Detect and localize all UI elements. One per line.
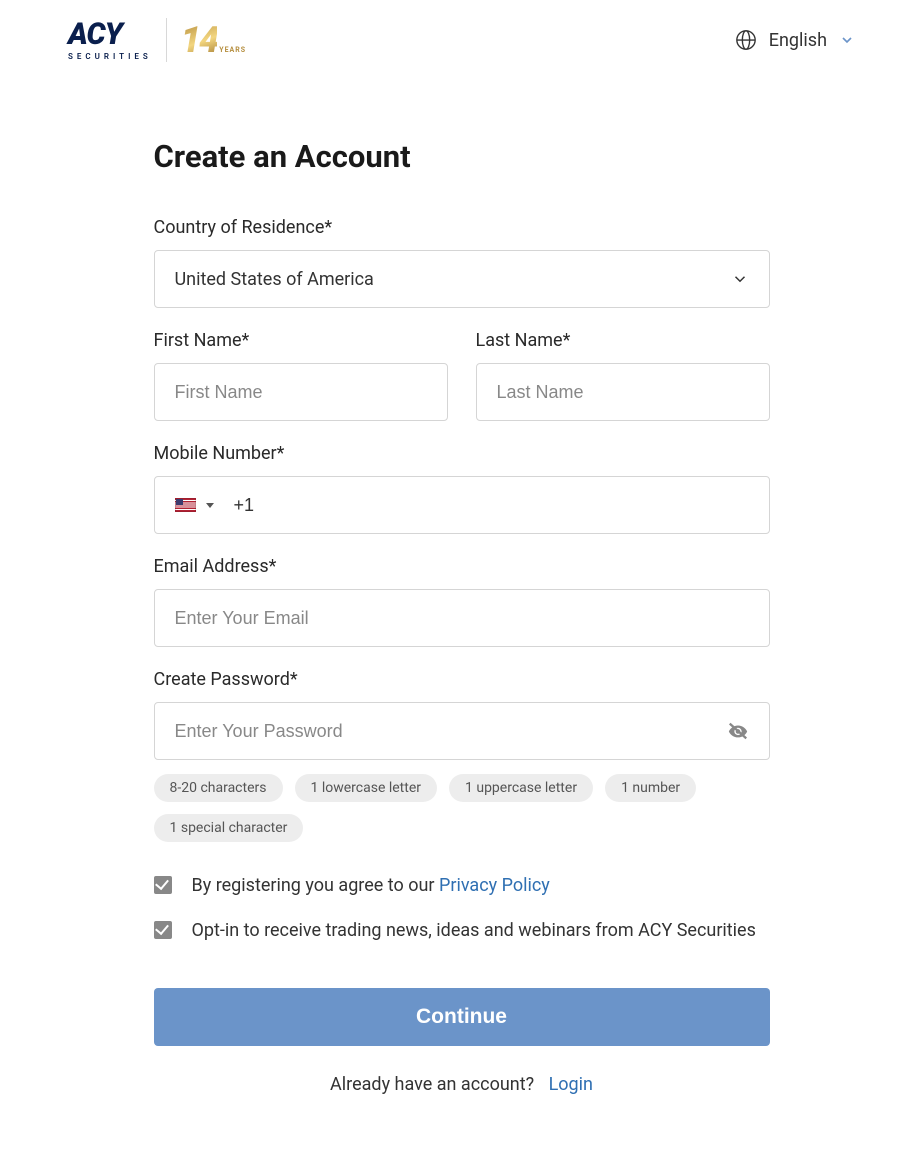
first-name-input[interactable] [175, 364, 427, 420]
last-name-label: Last Name* [476, 330, 770, 351]
password-rule-chip: 8-20 characters [154, 774, 283, 802]
privacy-policy-link[interactable]: Privacy Policy [439, 875, 550, 896]
continue-button[interactable]: Continue [154, 988, 770, 1046]
already-have-account-text: Already have an account? [330, 1074, 534, 1095]
password-rule-chip: 1 number [605, 774, 696, 802]
country-select[interactable]: United States of America [154, 250, 770, 308]
country-value: United States of America [175, 269, 374, 290]
eye-off-icon[interactable] [727, 720, 749, 742]
logo-anniversary-years: YEARS [219, 46, 246, 54]
chevron-down-icon [731, 270, 749, 288]
globe-icon [735, 29, 757, 51]
logo-anniversary-number: 14 [181, 22, 217, 58]
mobile-label: Mobile Number* [154, 443, 770, 464]
country-code-selector[interactable] [155, 477, 220, 533]
password-label: Create Password* [154, 669, 770, 690]
us-flag-icon [175, 498, 196, 512]
optin-checkbox[interactable] [154, 921, 172, 939]
login-link[interactable]: Login [549, 1074, 593, 1095]
first-name-label: First Name* [154, 330, 448, 351]
language-label: English [769, 30, 827, 51]
brand-logo[interactable]: ACY SECURITIES 14 YEARS [68, 18, 246, 62]
password-rule-chip: 1 lowercase letter [295, 774, 438, 802]
optin-text: Opt-in to receive trading news, ideas an… [192, 917, 756, 944]
country-label: Country of Residence* [154, 217, 770, 238]
terms-checkbox[interactable] [154, 876, 172, 894]
last-name-input[interactable] [497, 364, 749, 420]
terms-text: By registering you agree to our Privacy … [192, 872, 550, 899]
language-selector[interactable]: English [735, 29, 855, 51]
logo-separator [166, 18, 167, 62]
logo-text-main: ACY [68, 20, 122, 50]
password-rule-chip: 1 special character [154, 814, 304, 842]
page-title: Create an Account [154, 138, 770, 175]
email-label: Email Address* [154, 556, 770, 577]
logo-text-sub: SECURITIES [68, 52, 152, 61]
chevron-down-icon [839, 32, 855, 48]
password-input[interactable] [175, 703, 749, 759]
terms-pre-text: By registering you agree to our [192, 875, 440, 896]
dropdown-triangle-icon [206, 503, 214, 508]
password-rule-chip: 1 uppercase letter [449, 774, 593, 802]
mobile-input[interactable] [234, 477, 755, 533]
email-input[interactable] [175, 590, 749, 646]
